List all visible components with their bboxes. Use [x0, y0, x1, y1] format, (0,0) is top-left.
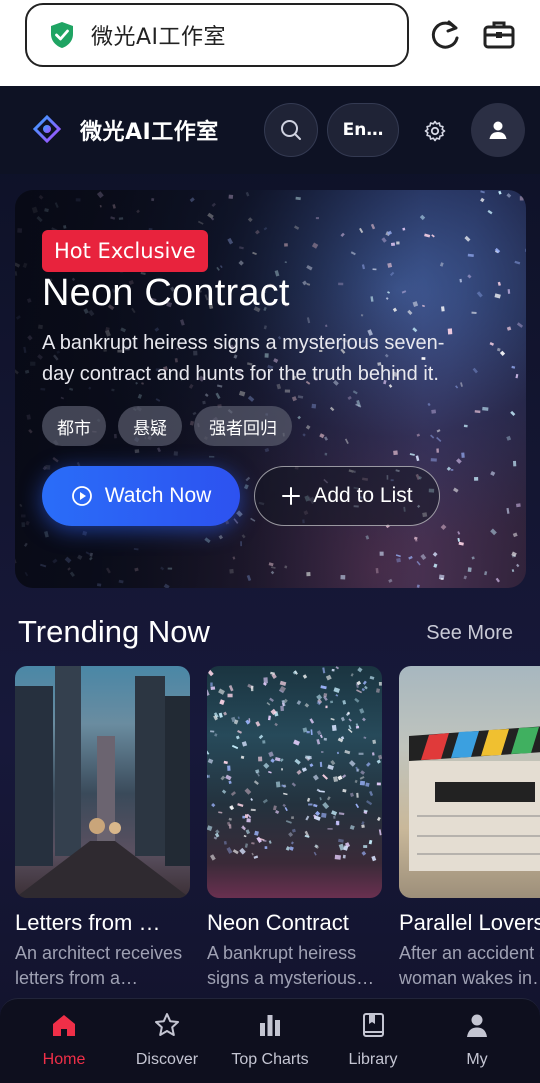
gear-icon — [424, 120, 446, 142]
nav-home[interactable]: Home — [14, 1011, 114, 1069]
trending-card[interactable]: Neon Contract A bankrupt heiress signs a… — [207, 666, 382, 991]
plus-icon — [282, 487, 301, 505]
trending-card[interactable]: Letters from … An architect receives let… — [15, 666, 190, 991]
nav-discover-label: Discover — [135, 1051, 199, 1068]
card-title: Parallel Lovers — [399, 910, 540, 935]
genre-tag[interactable]: 强者回归 — [194, 406, 292, 446]
poster-image — [15, 666, 190, 898]
user-icon — [489, 121, 507, 139]
toolbox-icon[interactable] — [482, 17, 516, 51]
search-icon — [281, 120, 301, 140]
home-icon — [53, 1015, 75, 1036]
app-screen: 微光AI工作室 En… Hot Exclusive Neon Contract — [0, 86, 540, 1083]
card-title: Neon Contract — [207, 910, 349, 935]
add-to-list-button[interactable]: Add to List — [254, 466, 440, 526]
card-description: After an accident a woman wakes in anoth… — [399, 943, 540, 988]
watch-now-label: Watch Now — [104, 484, 212, 507]
book-icon — [363, 1013, 384, 1037]
hero-description: A bankrupt heiress signs a mysterious se… — [42, 332, 445, 385]
browser-toolbar: 微光AI工作室 — [0, 0, 540, 86]
add-to-list-label: Add to List — [313, 484, 413, 507]
shield-check-icon — [49, 21, 75, 49]
address-bar[interactable]: 微光AI工作室 — [25, 3, 409, 67]
see-more-link[interactable]: See More — [426, 622, 513, 645]
genre-tag[interactable]: 悬疑 — [118, 406, 182, 446]
bar-chart-icon — [260, 1015, 280, 1036]
settings-button[interactable] — [414, 110, 456, 152]
nav-my[interactable]: My — [427, 1011, 527, 1069]
star-icon — [155, 1013, 179, 1036]
address-text: 微光AI工作室 — [91, 25, 227, 50]
trending-card[interactable]: Parallel Lovers After an accident a woma… — [399, 666, 540, 991]
nav-library[interactable]: Library — [323, 1011, 423, 1069]
hot-exclusive-badge: Hot Exclusive — [42, 230, 208, 272]
nav-my-label: My — [466, 1051, 488, 1068]
nav-top-charts[interactable]: Top Charts — [220, 1011, 320, 1069]
watch-now-button[interactable]: Watch Now — [42, 466, 240, 526]
card-title: Letters from … — [15, 910, 161, 935]
profile-button[interactable] — [471, 103, 525, 157]
nav-library-label: Library — [348, 1051, 398, 1068]
genre-tag[interactable]: 都市 — [42, 406, 106, 446]
nav-top-charts-label: Top Charts — [231, 1051, 309, 1068]
search-button[interactable] — [264, 103, 318, 157]
bottom-navigation: Home Discover Top Charts Library My — [0, 998, 540, 1083]
play-circle-icon — [71, 486, 92, 506]
hero-banner[interactable]: Hot Exclusive Neon Contract A bankrupt h… — [15, 190, 526, 588]
poster-image — [399, 666, 540, 898]
nav-discover[interactable]: Discover — [117, 1011, 217, 1069]
hero-title: Neon Contract — [42, 272, 290, 314]
hero-tags: 都市 悬疑 强者回归 — [42, 406, 292, 446]
app-header: 微光AI工作室 En… — [0, 86, 540, 174]
nav-home-label: Home — [42, 1051, 86, 1068]
card-description: A bankrupt heiress signs a mysterious co… — [207, 943, 357, 988]
reload-icon[interactable] — [428, 18, 462, 52]
trending-carousel[interactable]: Letters from … An architect receives let… — [15, 666, 540, 996]
poster-image — [207, 666, 382, 898]
brand-name: 微光AI工作室 — [80, 120, 219, 145]
person-icon — [467, 1014, 487, 1037]
language-button[interactable]: En… — [327, 103, 399, 157]
card-description: An architect receives letters from a str… — [15, 943, 183, 988]
logo-icon — [32, 114, 62, 144]
trending-section-title: Trending Now — [18, 614, 210, 649]
